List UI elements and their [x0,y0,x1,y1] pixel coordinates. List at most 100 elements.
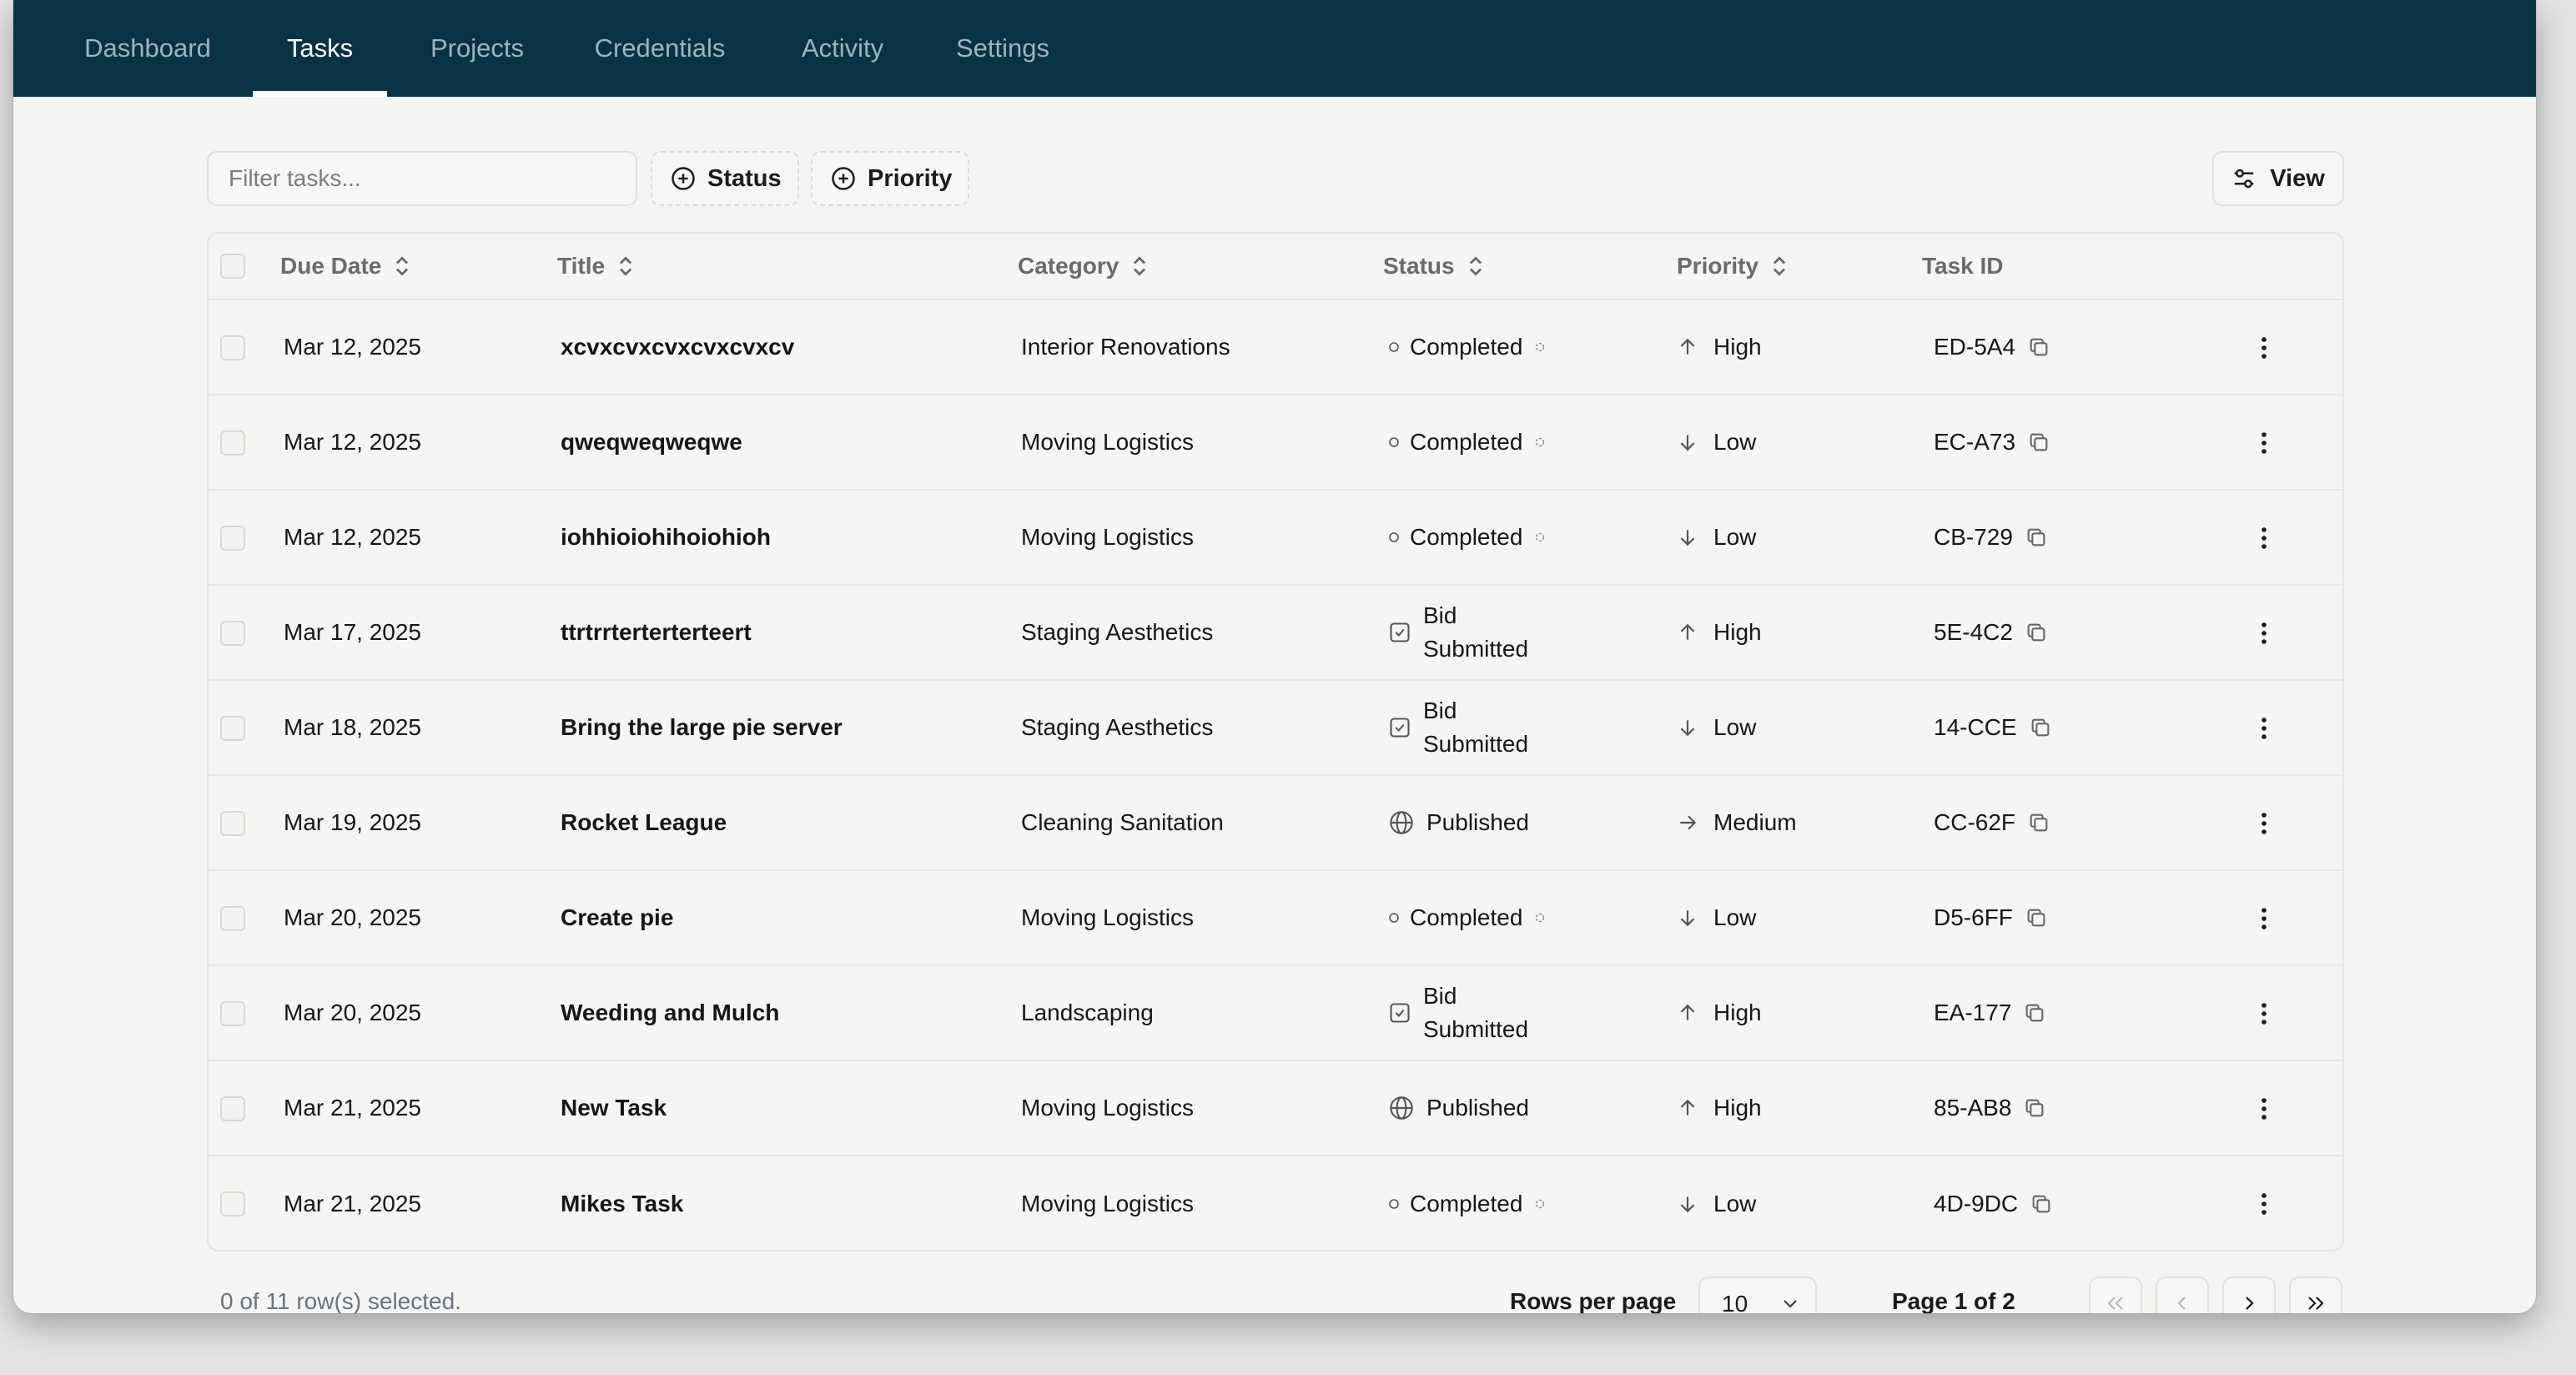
check-square-icon [1388,716,1411,739]
chevron-down-icon [1784,1300,1797,1308]
sort-icon [1469,256,1482,276]
app-window: Dashboard Tasks Projects Credentials Act… [13,0,2536,1313]
task-id-cell: CB-729 [1934,491,2048,584]
row-select-checkbox[interactable] [220,431,245,456]
select-all-checkbox[interactable] [220,254,245,279]
table-row[interactable]: Mar 21, 2025 Mikes Task Moving Logistics Co… [209,1156,2342,1250]
status-cell: Completed [1388,300,1546,394]
row-select-checkbox[interactable] [220,716,245,741]
title-cell: Rocket League [561,809,727,835]
copy-icon[interactable] [2030,1192,2053,1216]
task-id-cell: EC-A73 [1934,395,2050,489]
priority-filter-button[interactable]: Priority [811,151,969,206]
table-row[interactable]: Mar 12, 2025 iohhioiohihoiohioh Moving Log… [209,491,2342,586]
copy-icon[interactable] [2025,526,2048,549]
row-actions-menu-icon[interactable] [2247,1092,2281,1126]
title-cell: iohhioiohihoiohioh [561,524,771,550]
nav-tab-dashboard[interactable]: Dashboard [80,0,215,97]
row-select-checkbox[interactable] [220,1001,245,1026]
column-header-due-date[interactable]: Due Date [280,234,411,299]
table-header: Due Date Title Category Status Priority … [209,234,2342,300]
category-cell: Moving Logistics [1021,524,1194,550]
row-select-checkbox[interactable] [220,906,245,931]
row-select-checkbox[interactable] [220,621,245,646]
column-header-status[interactable]: Status [1383,234,1485,299]
status-cell: Completed [1388,871,1546,965]
column-header-priority[interactable]: Priority [1677,234,1789,299]
loader-icon [1534,912,1546,924]
copy-icon[interactable] [2029,716,2052,739]
priority-label: Medium [1713,809,1797,835]
column-header-title[interactable]: Title [557,234,635,299]
view-options-button[interactable]: View [2212,151,2344,206]
tasks-table: Due Date Title Category Status Priority … [207,232,2344,1252]
row-actions-menu-icon[interactable] [2247,426,2281,460]
row-select-checkbox[interactable] [220,335,245,360]
row-actions-menu-icon[interactable] [2247,617,2281,650]
row-actions-menu-icon[interactable] [2247,902,2281,935]
nav-tab-projects[interactable]: Projects [414,0,541,97]
column-header-category[interactable]: Category [1018,234,1149,299]
arrow-up-icon [1677,622,1713,643]
nav-tab-credentials[interactable]: Credentials [574,0,746,97]
nav-tab-tasks[interactable]: Tasks [253,0,387,97]
last-page-button[interactable] [2289,1277,2342,1313]
status-label: Published [1426,809,1529,835]
due-date-cell: Mar 21, 2025 [284,1191,421,1216]
row-actions-menu-icon[interactable] [2247,521,2281,555]
row-actions-menu-icon[interactable] [2247,331,2281,365]
arrow-up-icon [1677,1002,1713,1024]
task-id-label: EA-177 [1934,1000,2012,1025]
loader-icon [1534,436,1546,448]
table-row[interactable]: Mar 19, 2025 Rocket League Cleaning Sanita… [209,776,2342,871]
priority-cell: Medium [1677,776,1797,869]
category-cell: Staging Aesthetics [1021,714,1214,740]
table-row[interactable]: Mar 20, 2025 Weeding and Mulch Landscaping… [209,966,2342,1061]
due-date-cell: Mar 18, 2025 [284,714,421,740]
completed-dot-icon [1388,341,1400,353]
completed-dot-icon [1388,912,1400,924]
copy-icon[interactable] [2025,906,2048,929]
copy-icon[interactable] [2023,1096,2046,1120]
chevron-left-icon [2177,1297,2186,1310]
nav-tab-activity[interactable]: Activity [779,0,906,97]
row-actions-menu-icon[interactable] [2247,807,2281,840]
copy-icon[interactable] [2023,1001,2046,1025]
copy-icon[interactable] [2025,621,2048,644]
completed-dot-icon [1388,531,1400,543]
row-select-checkbox[interactable] [220,526,245,551]
table-row[interactable]: Mar 20, 2025 Create pie Moving Logistics Co… [209,871,2342,966]
sliders-icon [2234,169,2254,189]
row-actions-menu-icon[interactable] [2247,997,2281,1030]
row-actions-menu-icon[interactable] [2247,1187,2281,1221]
arrow-right-icon [1677,812,1713,834]
task-id-label: EC-A73 [1934,429,2016,455]
rows-per-page-value: 10 [1722,1291,1748,1313]
previous-page-button[interactable] [2156,1277,2209,1313]
title-cell: New Task [561,1095,667,1121]
table-row[interactable]: Mar 12, 2025 xcvxcvxcvxcvxcvxcv Interior R… [209,300,2342,395]
table-row[interactable]: Mar 17, 2025 ttrtrrterterterteert Staging … [209,586,2342,681]
table-row[interactable]: Mar 12, 2025 qweqweqweqwe Moving Logistics… [209,395,2342,491]
copy-icon[interactable] [2027,335,2050,359]
nav-tab-settings[interactable]: Settings [939,0,1066,97]
table-row[interactable]: Mar 18, 2025 Bring the large pie server St… [209,681,2342,776]
priority-label: High [1713,1000,1762,1025]
row-select-checkbox[interactable] [220,1096,245,1121]
status-filter-button[interactable]: Status [651,151,799,206]
filter-tasks-input[interactable] [207,151,637,206]
next-page-button[interactable] [2222,1277,2276,1313]
row-actions-menu-icon[interactable] [2247,712,2281,745]
rows-per-page-select[interactable]: 10 [1698,1277,1817,1313]
row-select-checkbox[interactable] [220,811,245,836]
table-row[interactable]: Mar 21, 2025 New Task Moving Logistics Publ… [209,1061,2342,1156]
copy-icon[interactable] [2027,431,2050,454]
title-cell: Create pie [561,904,674,930]
priority-label: Low [1713,714,1757,740]
row-select-checkbox[interactable] [220,1191,245,1216]
copy-icon[interactable] [2027,811,2050,834]
due-date-cell: Mar 20, 2025 [284,904,421,930]
first-page-button[interactable] [2089,1277,2142,1313]
task-id-label: 14-CCE [1934,714,2017,740]
category-cell: Cleaning Sanitation [1021,809,1224,835]
